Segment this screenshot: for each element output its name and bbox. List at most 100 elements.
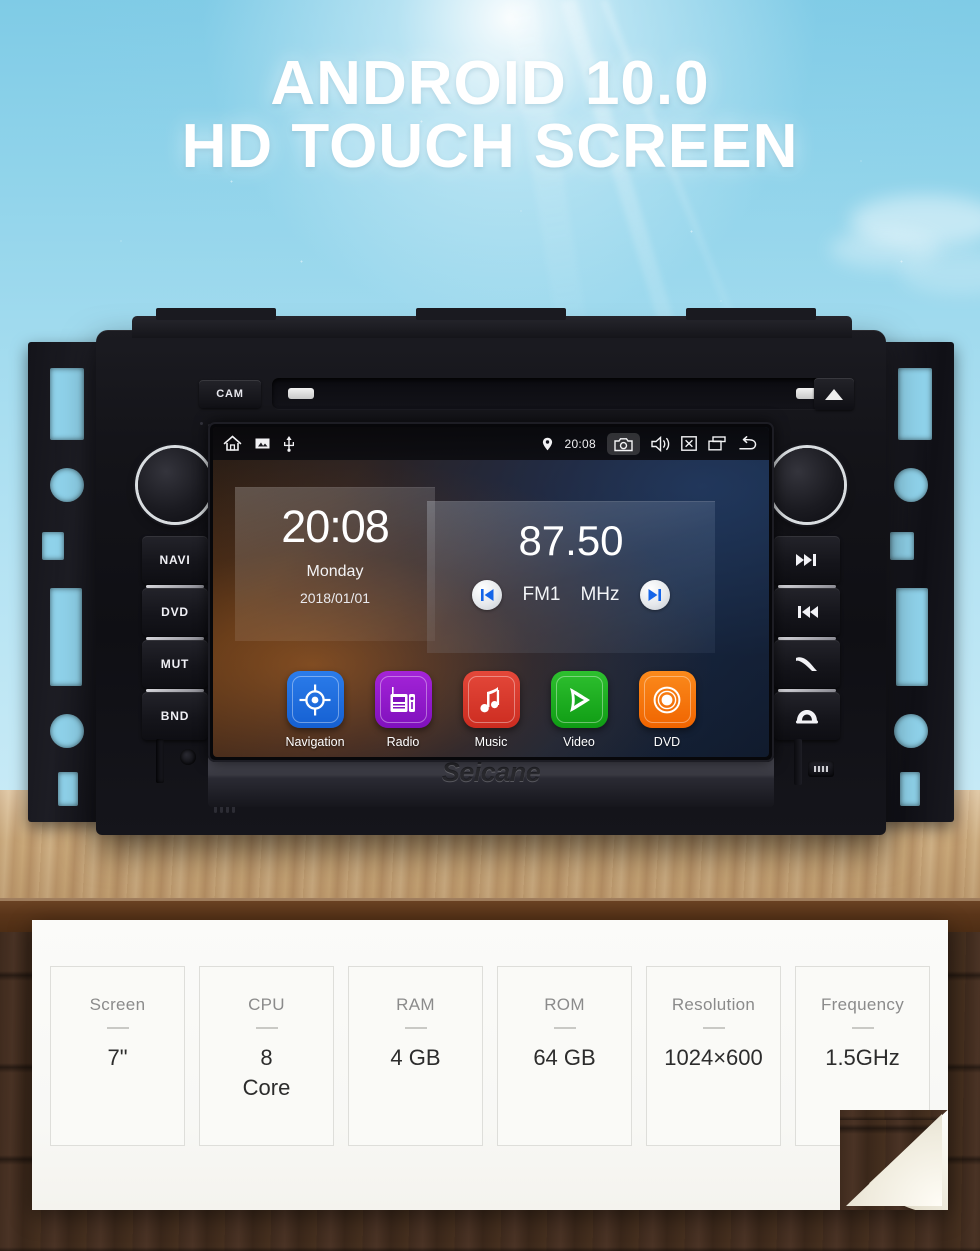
spec-label: Resolution [671,995,756,1014]
dvd-button[interactable]: DVD [142,588,208,640]
next-track-icon [796,554,816,566]
video-play-icon [570,687,590,712]
back-arrow-icon[interactable] [737,436,759,451]
app-label: Navigation [285,735,345,749]
close-box-icon[interactable] [681,436,697,451]
divider-dash [553,1027,576,1029]
chassis-tab [156,308,276,320]
dvd-tile[interactable] [638,671,696,728]
recent-apps-icon[interactable] [708,436,726,451]
spec-label: Frequency [820,995,905,1014]
app-navigation[interactable]: Navigation [284,671,346,749]
headline-line-1: ANDROID 10.0 [270,49,710,118]
spec-label: ROM [544,995,585,1014]
spec-card-resolution: Resolution 1024×600 [646,966,781,1146]
spec-label: Screen [89,995,146,1014]
spec-value: 1024×600 [664,1045,763,1070]
clock-time: 20:08 [281,501,390,552]
navi-button[interactable]: NAVI [142,536,208,588]
brand-strip: Seicane [208,755,774,807]
radio-frequency: 87.50 [518,517,624,564]
eject-triangle-icon [825,388,843,400]
radio-band: FM1 [522,584,561,605]
home-icon[interactable] [223,435,242,452]
right-card-slot[interactable] [794,739,802,785]
camera-icon [614,437,633,451]
end-call-icon [796,710,818,724]
spec-value: 4 GB [390,1045,441,1070]
skip-next-icon [648,589,662,601]
image-icon[interactable] [255,437,270,450]
prev-track-button[interactable] [774,588,840,640]
app-label: DVD [653,735,681,749]
spec-card-list: Screen 7" CPU 8 Core RAM 4 GB ROM 64 GB … [50,966,930,1146]
skip-previous-icon [480,589,494,601]
spec-value: 7" [107,1045,128,1070]
slot-indicator [288,388,314,399]
radio-widget[interactable]: 87.50 FM1 MHz [427,501,715,653]
navigation-tile[interactable] [286,671,344,728]
next-track-button[interactable] [774,536,840,588]
clock-widget[interactable]: 20:08 Monday 2018/01/01 [235,487,435,641]
app-music[interactable]: Music [460,671,522,749]
eject-button[interactable] [814,378,854,410]
hero-headline: ANDROID 10.0 HD TOUCH SCREEN [0,49,980,182]
headline-line-2: HD TOUCH SCREEN [181,112,799,182]
clock-date: 2018/01/01 [299,590,371,606]
navigation-target-icon [299,684,331,715]
chassis-tab [686,308,816,320]
spec-card-cpu: CPU 8 Core [199,966,334,1146]
sd-card-slot[interactable] [156,739,164,783]
app-dock: Navigation Radio Music Video DVD [213,671,769,749]
left-volume-knob[interactable] [138,448,212,522]
spec-label: RAM [396,995,435,1014]
spec-value: 1.5GHz [825,1045,900,1070]
screen-bezel: 20:08 87.50 FM1 MHz 20:08 Monday 2018/01… [208,422,774,762]
chassis-tab [416,308,566,320]
app-label: Radio [386,735,420,749]
end-call-button[interactable] [774,692,840,740]
app-radio[interactable]: Radio [372,671,434,749]
cam-button[interactable]: CAM [199,380,261,408]
answer-call-button[interactable] [774,640,840,692]
app-label: Music [474,735,508,749]
speaker-icon[interactable] [651,435,670,452]
music-note-icon [480,686,500,712]
app-dvd[interactable]: DVD [636,671,698,749]
right-tune-knob[interactable] [770,448,844,522]
spec-value: 8 Core [242,1045,291,1100]
app-label: Video [563,735,595,749]
answer-call-icon [796,657,817,671]
usb-port[interactable] [808,761,834,777]
mute-button[interactable]: MUT [142,640,208,692]
usb-icon[interactable] [283,435,295,452]
android-status-bar: 20:08 [213,427,769,460]
disc-slot[interactable] [272,378,852,410]
spec-card-ram: RAM 4 GB [348,966,483,1146]
dvd-disc-icon [653,686,681,713]
left-button-column: NAVI DVD MUT BND [142,536,208,744]
radio-receiver-icon [390,686,415,712]
stereo-chassis: CAM NAVI DVD MUT BND Seicane 20:08 87.50… [96,308,886,835]
divider-dash [404,1027,427,1029]
screenshot-button[interactable] [607,432,640,455]
video-tile[interactable] [550,671,608,728]
radio-unit: MHz [580,584,620,605]
page-curl-decoration [840,1110,948,1210]
touchscreen-display[interactable]: 20:08 87.50 FM1 MHz 20:08 Monday 2018/01… [213,427,769,757]
band-button[interactable]: BND [142,692,208,740]
spec-card-rom: ROM 64 GB [497,966,632,1146]
radio-next-button[interactable] [639,580,670,610]
car-stereo-unit: CAM NAVI DVD MUT BND Seicane 20:08 87.50… [28,308,954,840]
spec-value: 64 GB [533,1045,596,1070]
radio-tile[interactable] [374,671,432,728]
app-video[interactable]: Video [548,671,610,749]
radio-prev-button[interactable] [472,580,503,610]
spec-card-screen: Screen 7" [50,966,185,1146]
clock-weekday: Monday [306,563,364,580]
status-bar-clock: 20:08 [564,436,596,451]
reset-hole[interactable] [180,749,196,765]
divider-dash [255,1027,278,1029]
music-tile[interactable] [462,671,520,728]
prev-track-icon [798,606,818,618]
